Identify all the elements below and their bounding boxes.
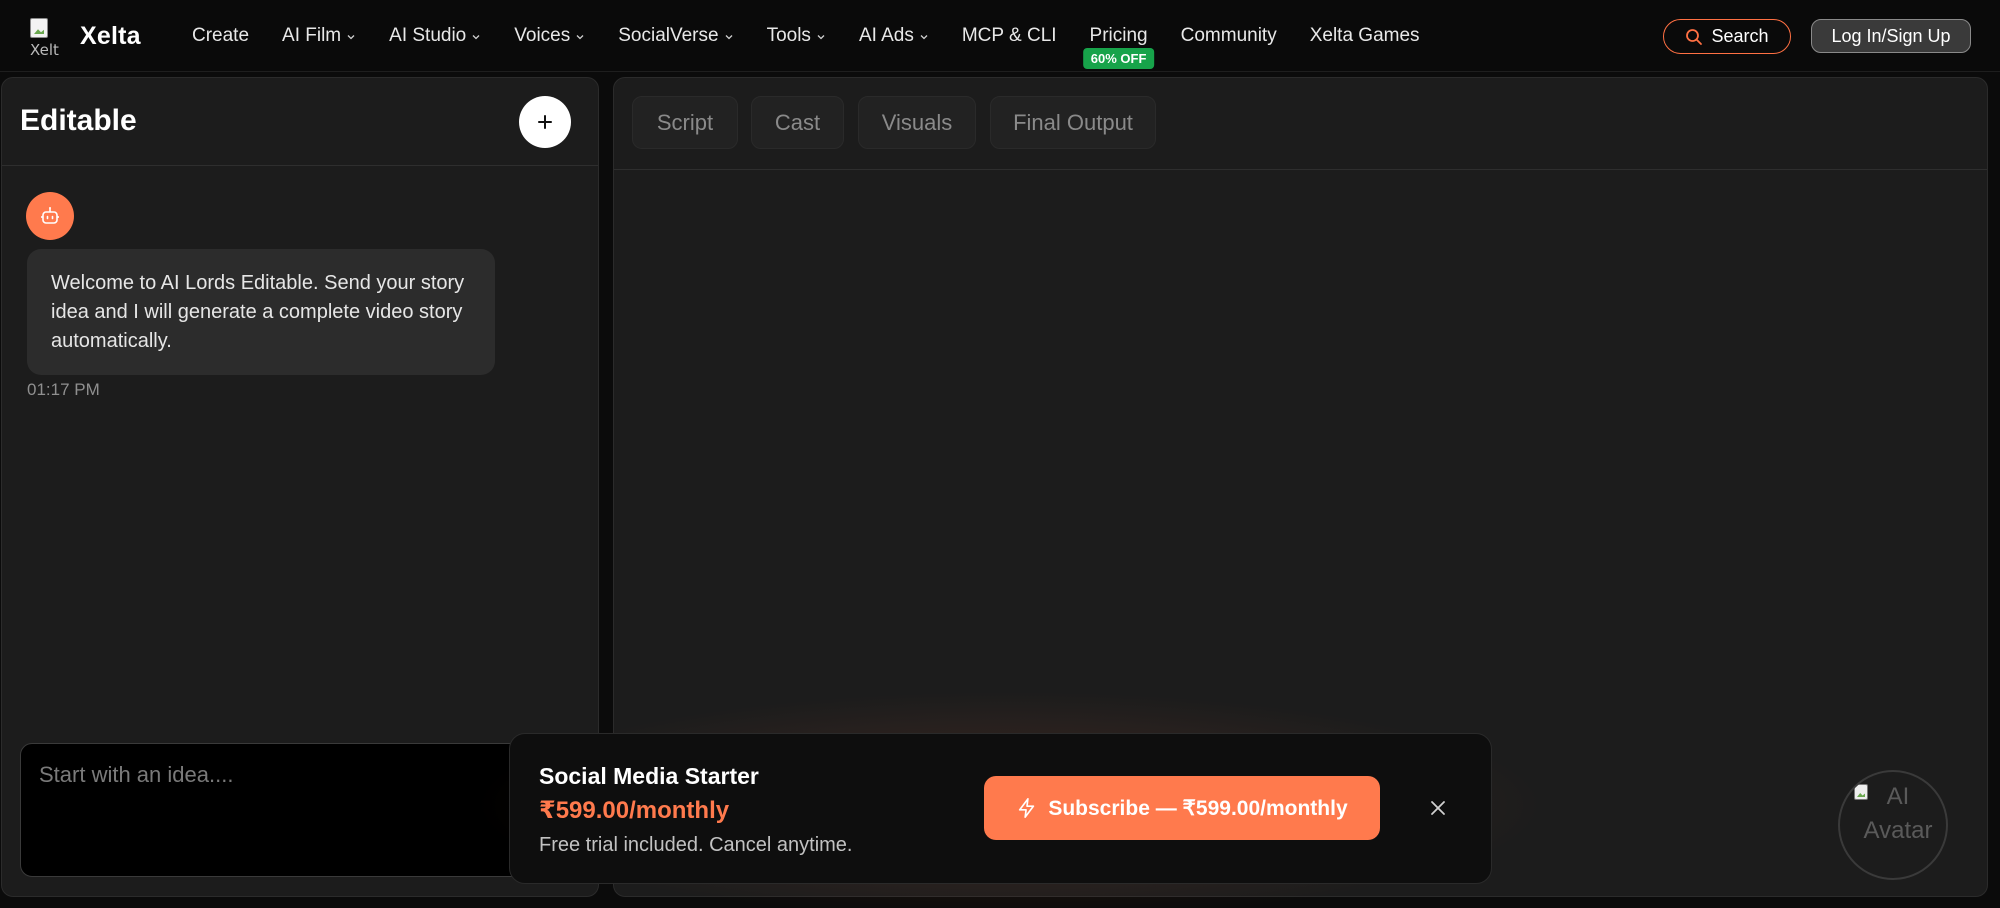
nav-item-ai-ads[interactable]: AI Ads bbox=[859, 0, 929, 72]
nav-item-label: SocialVerse bbox=[618, 25, 719, 46]
bot-avatar bbox=[26, 192, 74, 240]
bot-message-bubble: Welcome to AI Lords Editable. Send your … bbox=[27, 249, 495, 375]
logo-image: Xelt bbox=[28, 16, 70, 56]
top-navbar: Xelt Xelta Create AI Film AI Studio Voic… bbox=[0, 0, 2000, 72]
nav-item-label: Voices bbox=[514, 25, 571, 46]
nav-item-socialverse[interactable]: SocialVerse bbox=[618, 0, 733, 72]
subscription-promo: Social Media Starter ₹599.00/monthly Fre… bbox=[509, 733, 1492, 884]
nav-item-label: MCP & CLI bbox=[961, 25, 1057, 46]
lightning-icon bbox=[1019, 798, 1035, 818]
search-icon bbox=[1686, 28, 1703, 45]
nav-item-label: Create bbox=[192, 25, 250, 46]
chevron-down-icon bbox=[471, 32, 481, 42]
tab-cast[interactable]: Cast bbox=[751, 96, 844, 149]
nav-item-community[interactable]: Community bbox=[1181, 0, 1277, 72]
chat-title: Editable bbox=[20, 104, 137, 137]
chevron-down-icon bbox=[724, 32, 734, 42]
chat-header: Editable bbox=[2, 78, 598, 166]
nav-item-label: Tools bbox=[766, 25, 811, 46]
subscribe-button[interactable]: Subscribe — ₹599.00/monthly bbox=[984, 776, 1380, 840]
ai-avatar-button[interactable]: AI Avatar bbox=[1838, 770, 1948, 880]
nav-item-label: Community bbox=[1180, 25, 1277, 46]
logo-alt-text: Xelt bbox=[30, 41, 59, 56]
nav-item-ai-film[interactable]: AI Film bbox=[282, 0, 356, 72]
login-signup-button[interactable]: Log In/Sign Up bbox=[1811, 19, 1971, 53]
idea-input[interactable] bbox=[21, 744, 579, 876]
chevron-down-icon bbox=[816, 32, 826, 42]
nav-item-create[interactable]: Create bbox=[192, 0, 249, 72]
close-promo-button[interactable] bbox=[1426, 796, 1450, 820]
subscribe-label: Subscribe — ₹599.00/monthly bbox=[1048, 796, 1348, 820]
close-icon bbox=[1431, 801, 1445, 815]
nav-item-mcp-cli[interactable]: MCP & CLI bbox=[962, 0, 1057, 72]
message-timestamp: 01:17 PM bbox=[27, 380, 100, 399]
tab-final-output[interactable]: Final Output bbox=[990, 96, 1156, 149]
workspace-tabs: Script Cast Visuals Final Output bbox=[614, 78, 1987, 170]
discount-badge: 60% OFF bbox=[1082, 48, 1155, 69]
main-menu: Create AI Film AI Studio Voices SocialVe… bbox=[192, 0, 1453, 72]
tab-visuals[interactable]: Visuals bbox=[858, 96, 976, 149]
broken-image-icon bbox=[30, 18, 48, 38]
tab-script[interactable]: Script bbox=[632, 96, 738, 149]
brand-logo[interactable]: Xelt Xelta bbox=[28, 16, 141, 56]
nav-item-label: AI Film bbox=[282, 25, 342, 46]
nav-item-label: Xelta Games bbox=[1309, 25, 1420, 46]
ai-avatar-alt-text: AI Avatar bbox=[1863, 783, 1933, 844]
search-button[interactable]: Search bbox=[1663, 19, 1791, 54]
chevron-down-icon bbox=[919, 32, 929, 42]
nav-item-ai-studio[interactable]: AI Studio bbox=[389, 0, 481, 72]
brand-name: Xelta bbox=[80, 21, 141, 50]
robot-icon bbox=[41, 207, 59, 224]
promo-price: ₹599.00/monthly bbox=[539, 797, 730, 824]
nav-item-xelta-games[interactable]: Xelta Games bbox=[1310, 0, 1420, 72]
promo-note: Free trial included. Cancel anytime. bbox=[539, 834, 853, 856]
nav-item-pricing[interactable]: Pricing 60% OFF bbox=[1082, 0, 1155, 72]
search-label: Search bbox=[1711, 26, 1769, 46]
nav-item-voices[interactable]: Voices bbox=[514, 0, 585, 72]
new-chat-button[interactable] bbox=[519, 96, 571, 148]
nav-item-label: AI Ads bbox=[858, 25, 914, 46]
promo-plan-name: Social Media Starter bbox=[539, 763, 759, 789]
nav-item-label: AI Studio bbox=[389, 25, 467, 46]
chevron-down-icon bbox=[346, 32, 356, 42]
chevron-down-icon bbox=[575, 32, 585, 42]
idea-input-box bbox=[20, 743, 580, 877]
nav-item-label: Pricing bbox=[1089, 25, 1148, 46]
nav-item-tools[interactable]: Tools bbox=[767, 0, 826, 72]
plus-icon bbox=[538, 115, 552, 129]
